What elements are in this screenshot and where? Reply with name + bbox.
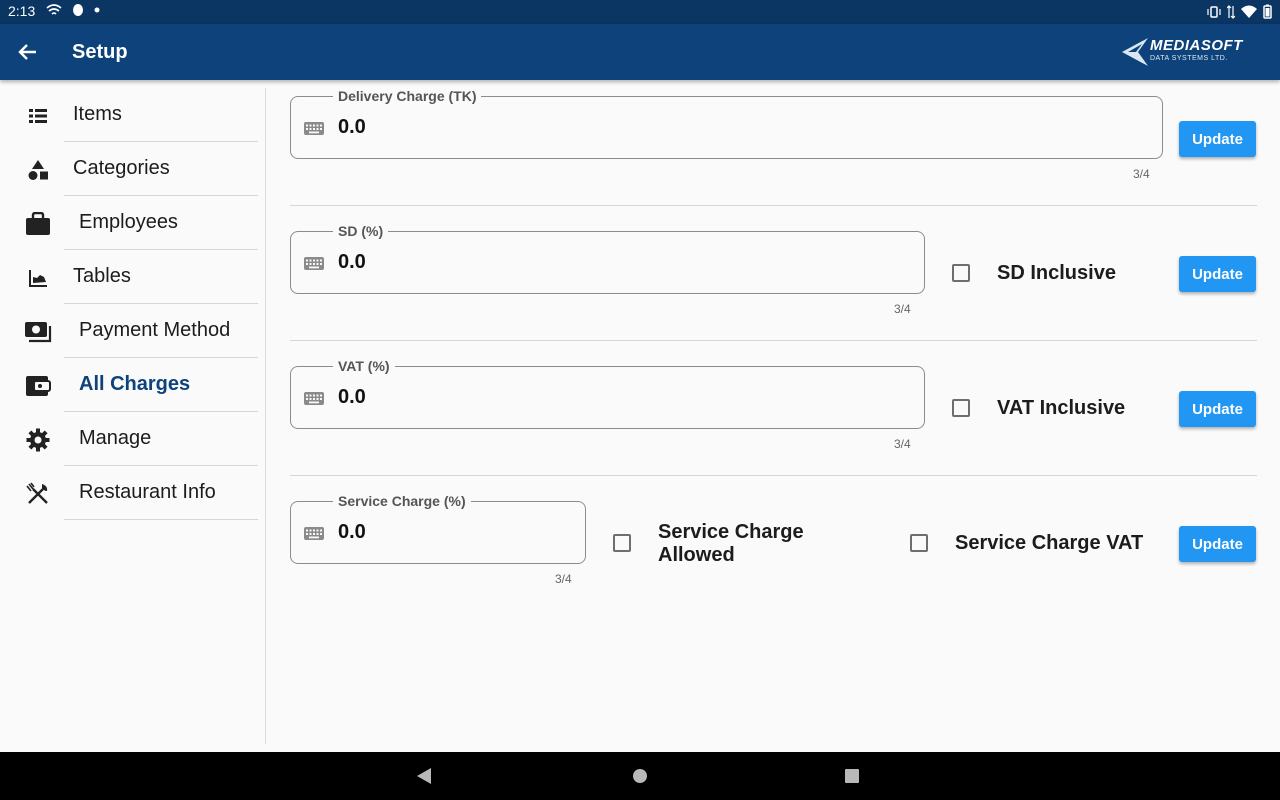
more-notifications-icon [94,7,100,13]
wifi-icon [1241,5,1257,18]
data-transfer-icon [1227,4,1235,19]
sd-label: SD (%) [333,223,389,239]
divider [290,205,1257,206]
sidebar-item-payment-method[interactable]: Payment Method [0,304,258,358]
sidebar-item-label: Items [73,103,122,125]
company-logo: MEDIASOFT DATA SYSTEMS LTD. [1120,34,1262,70]
delivery-charge-counter: 3/4 [1133,167,1150,181]
utensils-icon [24,480,52,508]
sidebar-item-manage[interactable]: Manage [0,412,258,466]
nav-back-icon[interactable] [417,768,431,784]
vat-field[interactable]: VAT (%) 0.0 [290,358,925,429]
page-title: Setup [72,41,128,63]
keyboard-icon [304,122,324,135]
wifi-calling-icon [46,4,62,15]
service-charge-counter: 3/4 [555,572,572,586]
service-charge-field[interactable]: Service Charge (%) 0.0 [290,493,586,564]
list-icon [24,102,52,130]
vat-inclusive-label: VAT Inclusive [997,397,1126,419]
update-delivery-button[interactable]: Update [1179,121,1256,157]
sidebar-item-tables[interactable]: Tables [0,250,258,304]
payments-icon [24,318,52,346]
shapes-icon [24,156,52,184]
update-sd-button[interactable]: Update [1179,256,1256,292]
vat-value: 0.0 [338,386,366,408]
battery-icon [1263,4,1272,19]
service-charge-allowed-label: Service Charge Allowed [658,521,804,567]
logo-text: MEDIASOFT [1150,37,1243,54]
divider [290,340,1257,341]
sidebar-item-label: Employees [79,211,178,233]
service-charge-vat-checkbox[interactable] [910,534,928,552]
status-bar: 2:13 [0,0,1280,24]
divider [290,475,1257,476]
service-charge-label: Service Charge (%) [333,493,471,509]
sidebar-item-categories[interactable]: Categories [0,142,258,196]
sd-field[interactable]: SD (%) 0.0 [290,223,925,294]
wallet-icon [24,372,52,400]
service-charge-allowed-line1: Service Charge [658,521,804,543]
gear-icon [24,426,52,454]
divider [64,519,258,520]
vat-counter: 3/4 [894,437,911,451]
back-button[interactable] [14,38,42,66]
sidebar-item-label: All Charges [79,373,191,395]
service-charge-allowed-checkbox[interactable] [613,534,631,552]
vibrate-icon [1207,5,1221,18]
sd-counter: 3/4 [894,302,911,316]
sidebar-item-label: Tables [73,265,131,287]
sidebar-item-label: Payment Method [79,319,231,341]
nav-recents-icon[interactable] [845,769,859,783]
delivery-charge-field[interactable]: Delivery Charge (TK) 0.0 [290,88,1163,159]
delivery-charge-value: 0.0 [338,116,366,138]
sidebar-item-label: Manage [79,427,152,449]
sd-inclusive-checkbox[interactable] [952,264,970,282]
sidebar-item-items[interactable]: Items [0,88,258,142]
status-time: 2:13 [8,3,36,19]
sd-inclusive-label: SD Inclusive [997,262,1116,284]
sd-value: 0.0 [338,251,366,273]
keyboard-icon [304,392,324,405]
sidebar-item-label: Restaurant Info [79,481,216,503]
keyboard-icon [304,527,324,540]
service-charge-value: 0.0 [338,521,366,543]
app-bar: Setup MEDIASOFT DATA SYSTEMS LTD. [0,24,1280,80]
service-charge-allowed-line2: Allowed [658,544,735,566]
keyboard-icon [304,257,324,270]
update-vat-button[interactable]: Update [1179,391,1256,427]
service-charge-vat-label: Service Charge VAT [955,532,1144,554]
logo-mark-icon [1122,38,1148,66]
logo-subtitle: DATA SYSTEMS LTD. [1150,55,1228,62]
sidebar: Items Categories Employees Tables Paymen… [0,88,266,744]
update-service-charge-button[interactable]: Update [1179,526,1256,562]
briefcase-icon [24,210,52,238]
sidebar-item-employees[interactable]: Employees [0,196,258,250]
nav-home-icon[interactable] [633,769,647,783]
sidebar-item-all-charges[interactable]: All Charges [0,358,258,412]
vat-label: VAT (%) [333,358,395,374]
vat-inclusive-checkbox[interactable] [952,399,970,417]
sidebar-item-restaurant-info[interactable]: Restaurant Info [0,466,258,520]
arrow-back-icon [18,44,36,60]
delivery-charge-label: Delivery Charge (TK) [333,88,482,104]
table-chart-icon [24,264,52,292]
sidebar-item-label: Categories [73,157,170,179]
notification-dot-icon [73,4,83,16]
